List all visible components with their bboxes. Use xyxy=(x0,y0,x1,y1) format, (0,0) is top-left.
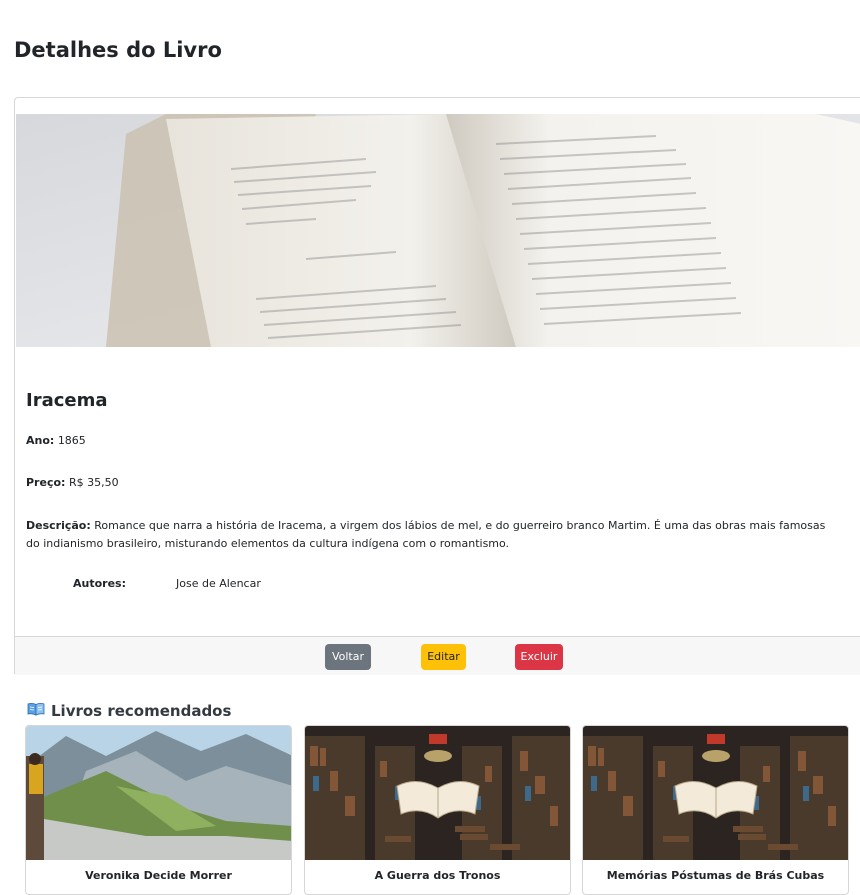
recommended-book-title: A Guerra dos Tronos xyxy=(374,869,501,882)
book-year: Ano: 1865 xyxy=(26,432,86,450)
recommended-book-card[interactable]: Memórias Póstumas de Brás Cubas xyxy=(582,725,849,895)
book-description: Descrição: Romance que narra a história … xyxy=(26,517,826,553)
recommended-title: Livros recomendados xyxy=(51,702,232,720)
recommended-book-image xyxy=(26,726,291,860)
book-title: Iracema xyxy=(26,390,108,411)
card-footer-actions: Voltar Editar Excluir xyxy=(15,636,860,675)
recommended-book-image xyxy=(583,726,848,860)
book-cover-image xyxy=(16,114,860,347)
book-authors-label: Autores: xyxy=(73,577,126,590)
book-description-label: Descrição: xyxy=(26,519,91,532)
page-title: Detalhes do Livro xyxy=(14,38,222,62)
recommended-book-image xyxy=(305,726,570,860)
book-authors-value: Jose de Alencar xyxy=(176,577,261,590)
book-description-value: Romance que narra a história de Iracema,… xyxy=(26,519,826,550)
book-year-value: 1865 xyxy=(57,434,86,447)
book-price-label: Preço: xyxy=(26,476,66,489)
recommended-book-title: Veronika Decide Morrer xyxy=(85,869,232,882)
book-details-card: Iracema Ano: 1865 Preço: R$ 35,50 Descri… xyxy=(14,97,860,675)
recommended-book-title: Memórias Póstumas de Brás Cubas xyxy=(606,869,825,882)
recommended-book-card[interactable]: Veronika Decide Morrer xyxy=(25,725,292,895)
open-book-icon xyxy=(27,702,45,720)
back-button[interactable]: Voltar xyxy=(325,644,371,670)
book-year-label: Ano: xyxy=(26,434,55,447)
edit-button[interactable]: Editar xyxy=(421,644,466,670)
recommended-header: Livros recomendados xyxy=(27,702,231,720)
delete-button[interactable]: Excluir xyxy=(515,644,563,670)
recommended-book-card[interactable]: A Guerra dos Tronos xyxy=(304,725,571,895)
book-price-value: R$ 35,50 xyxy=(68,476,119,489)
book-price: Preço: R$ 35,50 xyxy=(26,474,119,492)
